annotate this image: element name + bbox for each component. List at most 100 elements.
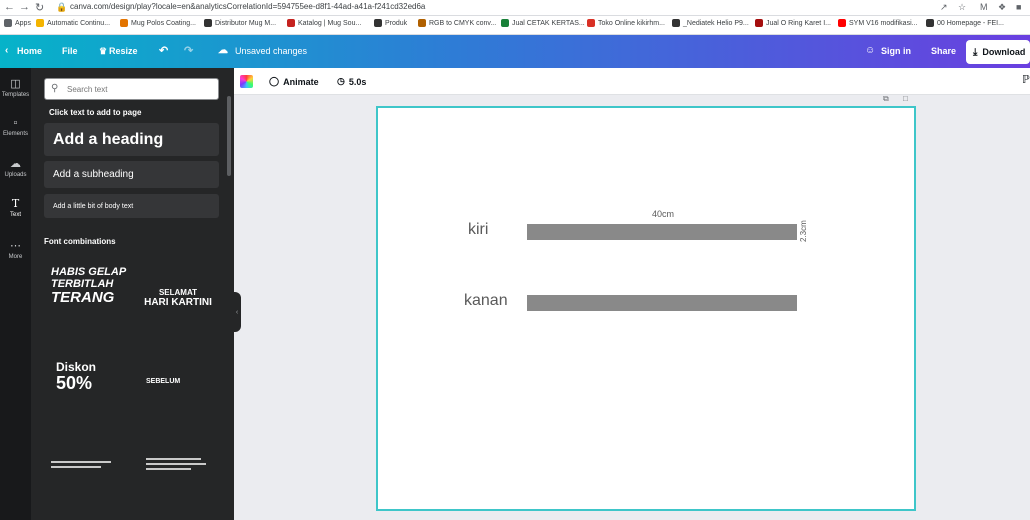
share-page-icon[interactable]: ↗ [940,2,948,13]
upload-icon: ☁ [10,158,21,170]
bookmark-label: Mug Polos Coating... [131,19,196,27]
font-combo-1[interactable]: HABIS GELAP TERBITLAH TERANG [51,266,131,326]
reload-icon[interactable]: ↻ [35,1,44,14]
share-button[interactable]: Share [931,46,956,56]
add-heading-button[interactable]: Add a heading [44,123,219,156]
animate-button[interactable]: ◯ Animate [269,76,319,87]
bookmark-item[interactable]: Mug Polos Coating... [120,19,196,27]
bookmark-item[interactable]: Apps [4,19,31,27]
font-combo-5[interactable] [51,456,126,486]
star-icon[interactable]: ☆ [958,2,966,13]
combo-text: SELAMAT [158,288,198,297]
favicon-icon [374,19,382,27]
combo-line [146,458,201,460]
label-kiri[interactable]: kiri [468,221,488,239]
bookmark-label: Jual O Ring Karet I... [766,19,831,27]
rail-label-elements: Elements [2,131,28,137]
bookmark-label: Katalog | Mug Sou... [298,19,362,27]
bookmark-item[interactable]: Automatic Continu... [36,19,110,27]
canva-top-bar: ‹ Home File ♛ Resize ↶ ↷ ☁ Unsaved chang… [0,35,1030,68]
resize-button[interactable]: Resize [109,46,138,56]
design-page[interactable]: 40cm 2.3cm kiri kanan [376,106,916,511]
add-page-icon[interactable]: □ [903,94,908,103]
panel-scrollbar[interactable] [227,96,231,176]
bookmark-label: Jual CETAK KERTAS... [512,19,585,27]
editor-toolbar: ◯ Animate ◷ 5.0s ℙ [234,68,1030,95]
combo-text: HARI KARTINI [144,297,212,308]
undo-icon[interactable]: ↶ [159,44,168,57]
extension-m-icon[interactable]: M [980,2,988,12]
animate-label: Animate [283,76,319,87]
favicon-icon [36,19,44,27]
bookmark-label: SYM V16 modifikasi... [849,19,918,27]
download-label: Download [982,47,1026,57]
home-button[interactable]: Home [17,46,42,56]
lock-icon: 🔒 [56,2,68,12]
bookmark-item[interactable]: Jual O Ring Karet I... [755,19,831,27]
duration-button[interactable]: ◷ 5.0s [337,76,366,87]
add-subheading-button[interactable]: Add a subheading [44,161,219,188]
rail-item-elements[interactable]: ▫ Elements [0,117,31,137]
font-combo-3[interactable]: Diskon 50% [56,361,126,406]
rail-label-more: More [8,254,23,260]
bookmark-item[interactable]: 00 Homepage - FEI... [926,19,1004,27]
url-text[interactable]: canva.com/design/play?locale=en&analytic… [70,2,425,11]
bar-kanan[interactable] [527,295,797,311]
redo-icon[interactable]: ↷ [184,44,193,57]
combo-text: HABIS GELAP [51,266,127,278]
rail-item-more[interactable]: ⋯ More [0,239,31,260]
bookmark-item[interactable]: Distributor Mug M... [204,19,276,27]
bookmark-label: Apps [15,19,31,27]
bookmark-item[interactable]: RGB to CMYK conv... [418,19,496,27]
collapse-panel-handle[interactable]: ‹ [233,292,241,332]
sign-in-button[interactable]: Sign in [881,46,911,56]
color-picker-icon[interactable] [240,75,253,88]
download-button[interactable]: ⤓ Download [966,40,1030,64]
font-combo-6[interactable] [146,454,221,484]
favicon-icon [204,19,212,27]
back-arrow-icon[interactable]: ← [4,1,15,13]
favicon-icon [501,19,509,27]
format-icon[interactable]: ℙ [1022,73,1030,86]
text-icon: T [11,197,20,210]
rail-item-templates[interactable]: ◫ Templates [0,77,31,98]
search-input[interactable] [67,82,212,96]
puzzle-icon[interactable]: ❖ [998,2,1006,13]
font-combo-4[interactable]: SEBELUM [146,378,221,408]
bookmark-item[interactable]: Produk [374,19,407,27]
search-box[interactable]: ⚲ [44,78,219,100]
animate-icon: ◯ [269,76,280,86]
favicon-icon [926,19,934,27]
profile-icon[interactable]: ■ [1016,2,1021,12]
user-icon: ☺ [865,45,876,56]
bookmark-item[interactable]: SYM V16 modifikasi... [838,19,917,27]
rail-item-uploads[interactable]: ☁ Uploads [0,157,31,178]
bookmark-label: 00 Homepage - FEI... [937,19,1004,27]
combo-text: SEBELUM [146,378,181,385]
clock-icon: ◷ [337,76,345,86]
label-kanan[interactable]: kanan [464,292,508,310]
bookmarks-bar: Apps Automatic Continu... Mug Polos Coatin… [0,16,1030,35]
save-status-text: Unsaved changes [235,46,308,56]
bookmark-item[interactable]: Katalog | Mug Sou... [287,19,361,27]
combo-text: TERANG [51,289,115,306]
file-menu-button[interactable]: File [62,46,78,56]
duplicate-page-icon[interactable]: ⧉ [883,94,889,104]
font-combo-2[interactable]: SELAMAT HARI KARTINI [138,288,218,328]
rail-item-text[interactable]: T Text [0,197,31,218]
combo-line [51,466,101,468]
add-body-text-button[interactable]: Add a little bit of body text [44,194,219,218]
font-combinations-title: Font combinations [44,237,116,246]
search-icon: ⚲ [51,83,59,94]
forward-arrow-icon[interactable]: → [19,1,30,13]
bar-kiri[interactable] [527,224,797,240]
bookmark-item[interactable]: Toko Online kikirhm... [587,19,665,27]
favicon-icon [587,19,595,27]
bookmark-item[interactable]: Jual CETAK KERTAS... [501,19,585,27]
text-panel: ⚲ Click text to add to page Add a headin… [31,68,234,520]
combo-line [146,463,206,465]
elements-icon: ▫ [13,117,18,129]
bookmark-item[interactable]: _Nediatek Helio P9... [672,19,749,27]
favicon-icon [755,19,763,27]
chevron-left-icon[interactable]: ‹ [5,45,8,56]
